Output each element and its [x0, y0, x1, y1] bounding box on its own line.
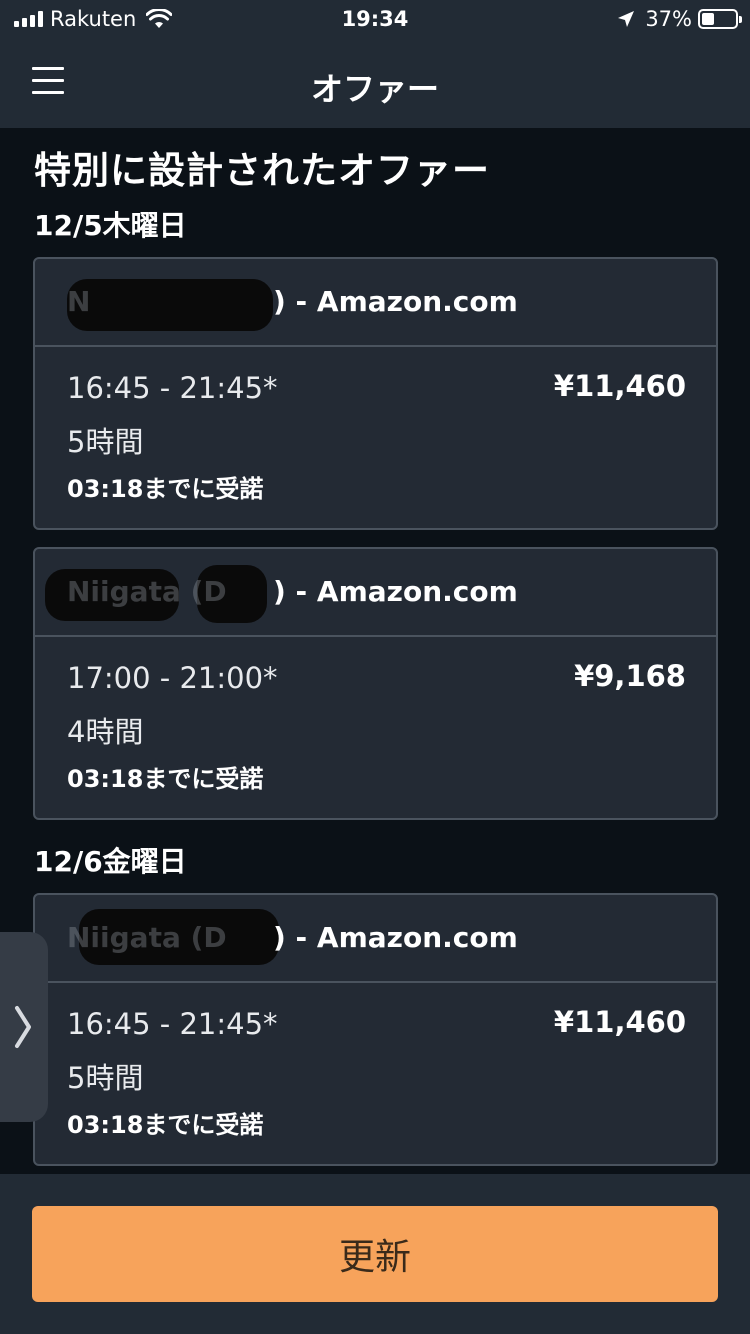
offers-heading: 特別に設計されたオファー — [34, 149, 490, 192]
battery-icon — [698, 9, 742, 29]
offer-card-header: Niigata (D ) - Amazon.com — [35, 895, 716, 983]
offer-duration: 5時間 — [67, 1061, 144, 1095]
status-right: 37% — [617, 7, 742, 31]
date-label: 12/5木曜日 — [34, 209, 187, 242]
offer-duration: 4時間 — [67, 715, 144, 749]
offer-duration: 5時間 — [67, 425, 144, 459]
status-bar: Rakuten 19:34 37% — [0, 0, 750, 40]
offer-accept-deadline: 03:18までに受諾 — [67, 1111, 264, 1139]
offer-price: ¥11,460 — [553, 369, 686, 403]
offer-time-range: 16:45 - 21:45* — [67, 371, 278, 405]
nav-bar: オファー — [0, 40, 750, 128]
station-name-prefix: N — [67, 285, 91, 318]
station-name-prefix: Niigata (D — [67, 575, 227, 608]
offer-accept-deadline: 03:18までに受諾 — [67, 475, 264, 503]
date-label: 12/6金曜日 — [34, 845, 187, 878]
offer-time-range: 16:45 - 21:45* — [67, 1007, 278, 1041]
station-name: Niigata (D ) - Amazon.com — [67, 575, 518, 608]
battery-percent: 37% — [645, 7, 692, 31]
offer-time-range: 17:00 - 21:00* — [67, 661, 278, 695]
chevron-right-icon — [15, 1006, 31, 1048]
offer-card-header: Niigata (D ) - Amazon.com — [35, 549, 716, 637]
offer-price: ¥9,168 — [574, 659, 686, 693]
station-name-prefix: Niigata (D — [67, 921, 227, 954]
side-drawer-tab[interactable] — [0, 932, 48, 1122]
offer-card-header: N ) - Amazon.com — [35, 259, 716, 347]
offer-card[interactable]: N ) - Amazon.com 16:45 - 21:45* 5時間 03:1… — [33, 257, 718, 530]
offer-accept-deadline: 03:18までに受諾 — [67, 765, 264, 793]
page-title: オファー — [310, 70, 439, 108]
footer-bar: 更新 — [0, 1174, 750, 1334]
station-name: Niigata (D ) - Amazon.com — [67, 921, 518, 954]
battery-fill — [702, 13, 714, 25]
station-name-suffix: ) - Amazon.com — [273, 285, 518, 318]
refresh-button[interactable]: 更新 — [32, 1206, 718, 1302]
offer-list[interactable]: 特別に設計されたオファー 12/5木曜日 N ) - Amazon.com 16… — [0, 128, 750, 1174]
offer-card[interactable]: Niigata (D ) - Amazon.com 16:45 - 21:45*… — [33, 893, 718, 1166]
location-arrow-icon — [618, 11, 635, 27]
station-name: N ) - Amazon.com — [67, 285, 518, 318]
station-name-suffix: ) - Amazon.com — [273, 921, 518, 954]
battery-nub — [739, 16, 742, 23]
offer-card[interactable]: Niigata (D ) - Amazon.com 17:00 - 21:00*… — [33, 547, 718, 820]
station-name-suffix: ) - Amazon.com — [273, 575, 518, 608]
offer-price: ¥11,460 — [553, 1005, 686, 1039]
